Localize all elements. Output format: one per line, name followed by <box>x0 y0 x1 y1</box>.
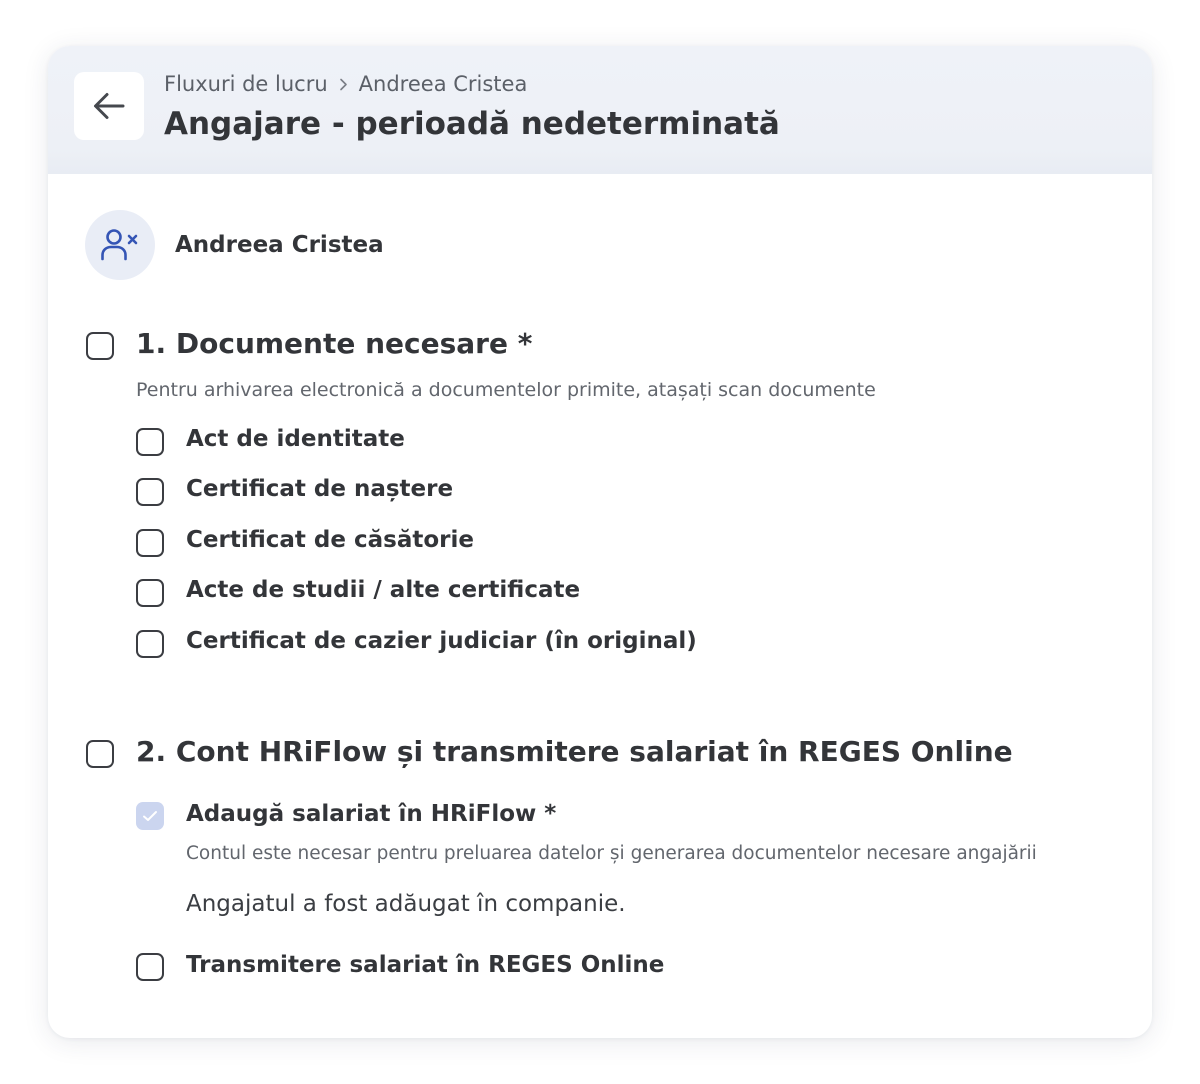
section-1-description: Pentru arhivarea electronică a documente… <box>136 379 876 401</box>
back-button[interactable] <box>74 72 144 140</box>
avatar <box>85 210 155 280</box>
item-certificat-nastere-checkbox[interactable] <box>136 478 164 506</box>
employee-name: Andreea Cristea <box>175 232 384 258</box>
item-adauga-salariat-checkbox[interactable] <box>136 802 164 830</box>
check-icon <box>143 811 157 821</box>
page-title: Angajare - perioadă nedeterminată <box>164 106 780 142</box>
section-1-title: 1. Documente necesare * <box>136 327 533 360</box>
item-act-identitate-checkbox[interactable] <box>136 428 164 456</box>
item-acte-studii-label: Acte de studii / alte certificate <box>186 577 581 603</box>
section-1-checkbox[interactable] <box>86 332 114 360</box>
breadcrumb-link-workflows[interactable]: Fluxuri de lucru <box>164 72 328 96</box>
item-acte-studii-checkbox[interactable] <box>136 579 164 607</box>
item-certificat-nastere-label: Certificat de naștere <box>186 476 454 502</box>
item-act-identitate-label: Act de identitate <box>186 426 405 452</box>
arrow-left-icon <box>94 93 125 119</box>
item-transmitere-reges-label: Transmitere salariat în REGES Online <box>186 952 665 978</box>
item-cazier-judiciar-label: Certificat de cazier judiciar (în origin… <box>186 628 697 654</box>
item-adauga-salariat-subtitle: Contul este necesar pentru preluarea dat… <box>186 843 1037 864</box>
user-x-icon <box>101 229 138 261</box>
item-adauga-salariat-label: Adaugă salariat în HRiFlow * <box>186 801 557 827</box>
item-cazier-judiciar-checkbox[interactable] <box>136 630 164 658</box>
workflow-header: Fluxuri de lucru Andreea Cristea Angajar… <box>48 46 1152 174</box>
section-2-title: 2. Cont HRiFlow și transmitere salariat … <box>136 735 1013 768</box>
breadcrumb: Fluxuri de lucru Andreea Cristea <box>164 72 527 96</box>
employee-row: Andreea Cristea <box>85 210 384 280</box>
section-2-checkbox[interactable] <box>86 740 114 768</box>
item-certificat-casatorie-checkbox[interactable] <box>136 529 164 557</box>
breadcrumb-current: Andreea Cristea <box>358 72 528 96</box>
item-adauga-salariat-status: Angajatul a fost adăugat în companie. <box>186 891 626 917</box>
item-certificat-casatorie-label: Certificat de căsătorie <box>186 527 474 553</box>
item-transmitere-reges-checkbox[interactable] <box>136 953 164 981</box>
chevron-right-icon <box>339 78 348 91</box>
workflow-card: Fluxuri de lucru Andreea Cristea Angajar… <box>48 46 1152 1038</box>
